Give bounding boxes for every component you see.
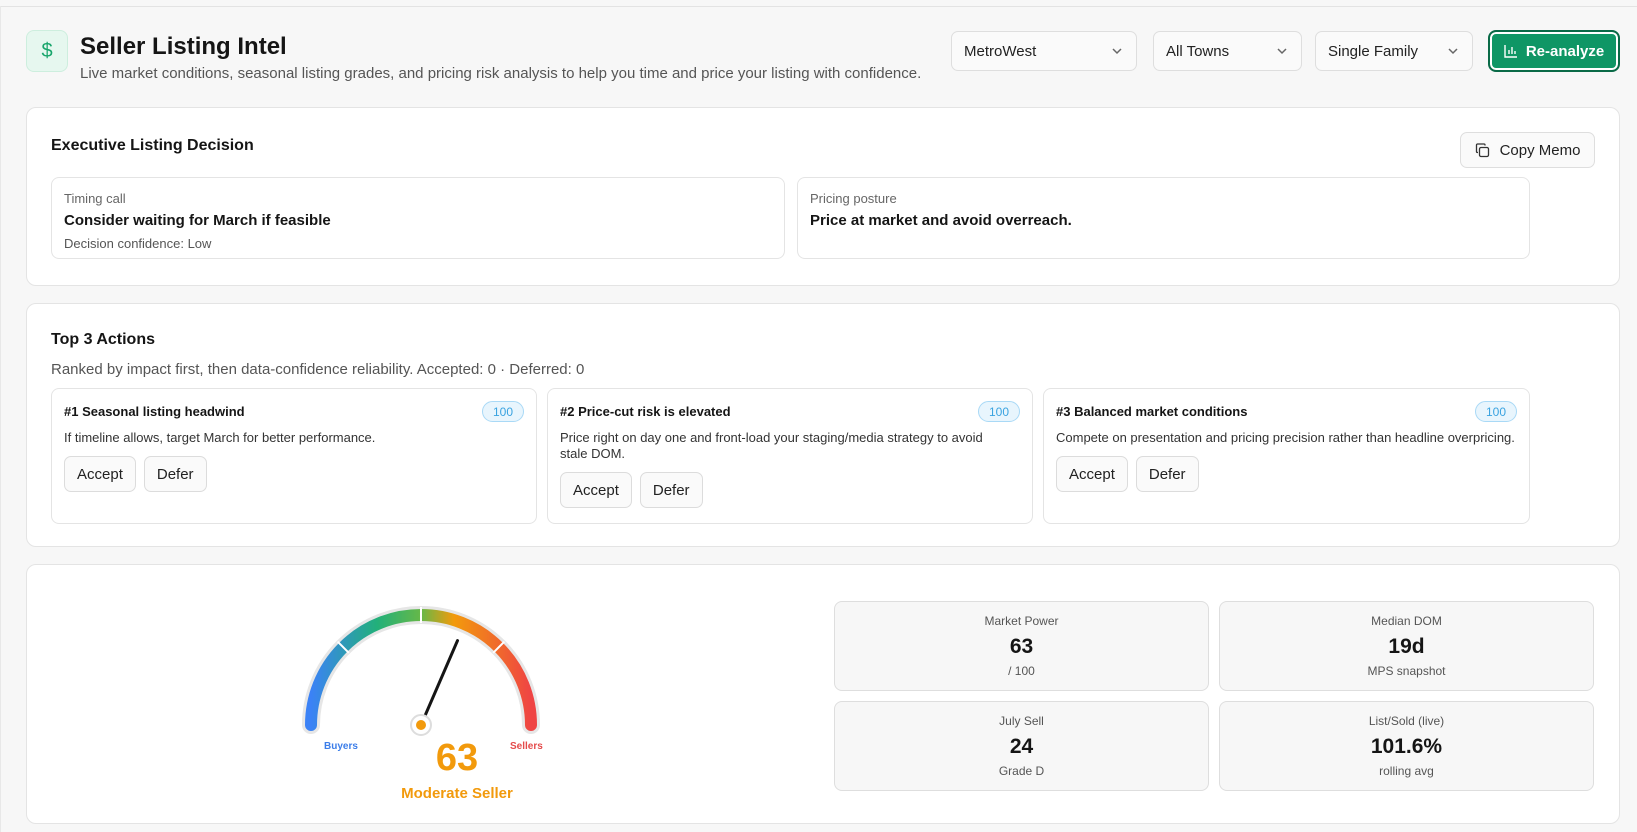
top-divider: [0, 6, 1637, 7]
accept-button[interactable]: Accept: [560, 472, 632, 508]
market-gauge: [302, 606, 540, 736]
stat-sub: / 100: [1008, 664, 1035, 678]
score-badge: 100: [481, 401, 524, 422]
reanalyze-label: Re-analyze: [1525, 42, 1605, 60]
action-title: #3 Balanced market conditions: [1056, 404, 1248, 419]
top-actions-card: Top 3 Actions Ranked by impact first, th…: [26, 303, 1620, 547]
timing-call-label: Timing call: [64, 191, 126, 206]
copy-memo-button[interactable]: Copy Memo: [1460, 132, 1595, 168]
action-title: #1 Seasonal listing headwind: [64, 404, 245, 419]
chevron-down-icon: [1277, 48, 1287, 55]
executive-title: Executive Listing Decision: [51, 137, 254, 154]
action-card: #2 Price-cut risk is elevated 100 Price …: [547, 388, 1033, 524]
actions-description: Ranked by impact first, then data-confid…: [51, 361, 585, 378]
copy-icon: [1475, 142, 1489, 157]
stat-sub: MPS snapshot: [1367, 664, 1446, 678]
score-badge: 100: [977, 401, 1020, 422]
region-select[interactable]: MetroWest: [951, 31, 1137, 71]
bar-chart-icon: [1504, 45, 1517, 58]
pricing-posture-value: Price at market and avoid overreach.: [810, 212, 1072, 229]
actions-title: Top 3 Actions: [51, 331, 155, 348]
stat-value: 101.6%: [1370, 735, 1443, 758]
stat-list-sold: List/Sold (live) 101.6% rolling avg: [1219, 701, 1594, 791]
town-select-value: All Towns: [1166, 42, 1230, 60]
market-power-card: Buyers Sellers 63 Moderate Seller Market…: [26, 564, 1620, 824]
stat-value: 24: [1009, 735, 1034, 758]
chevron-down-icon: [1112, 48, 1122, 55]
action-body: Price right on day one and front-load yo…: [560, 430, 983, 461]
stat-label: July Sell: [999, 714, 1044, 728]
page-subtitle: Live market conditions, seasonal listing…: [80, 65, 922, 82]
gauge-value: 63: [435, 737, 479, 779]
stat-label: Market Power: [984, 614, 1059, 628]
gauge-needle: [419, 639, 459, 727]
stat-value: 63: [1009, 635, 1034, 658]
pricing-posture-box: Pricing posture Price at market and avoi…: [797, 177, 1530, 259]
action-card: #3 Balanced market conditions 100 Compet…: [1043, 388, 1530, 524]
decision-confidence: Decision confidence: Low: [64, 236, 212, 251]
property-type-select-value: Single Family: [1328, 42, 1419, 60]
gauge-track: [302, 606, 540, 734]
timing-call-box: Timing call Consider waiting for March i…: [51, 177, 785, 259]
timing-call-value: Consider waiting for March if feasible: [64, 212, 331, 229]
dollar-icon: $: [26, 30, 68, 72]
gauge-hub-dot: [416, 720, 426, 730]
score-badge: 100: [1474, 401, 1517, 422]
stat-sub: Grade D: [998, 764, 1045, 778]
gauge-buyers-label: Buyers: [324, 741, 358, 752]
defer-button[interactable]: Defer: [143, 456, 207, 492]
left-divider: [0, 6, 1, 832]
action-title: #2 Price-cut risk is elevated: [560, 404, 731, 419]
accept-button[interactable]: Accept: [1056, 456, 1128, 492]
action-body: Compete on presentation and pricing prec…: [1056, 430, 1515, 445]
stat-label: Median DOM: [1371, 614, 1442, 628]
reanalyze-button[interactable]: Re-analyze: [1488, 30, 1620, 72]
page-header: $ Seller Listing Intel Live market condi…: [26, 28, 1620, 84]
page-title: Seller Listing Intel: [80, 33, 287, 60]
action-card: #1 Seasonal listing headwind 100 If time…: [51, 388, 537, 524]
copy-memo-label: Copy Memo: [1499, 141, 1581, 159]
action-body: If timeline allows, target March for bet…: [64, 430, 376, 445]
stat-market-power: Market Power 63 / 100: [834, 601, 1209, 691]
stat-july-sell: July Sell 24 Grade D: [834, 701, 1209, 791]
defer-button[interactable]: Defer: [639, 472, 703, 508]
property-type-select[interactable]: Single Family: [1315, 31, 1473, 71]
stat-value: 19d: [1388, 635, 1425, 658]
chevron-down-icon: [1448, 48, 1458, 55]
stat-label: List/Sold (live): [1368, 714, 1445, 728]
region-select-value: MetroWest: [964, 42, 1037, 60]
accept-button[interactable]: Accept: [64, 456, 136, 492]
stat-median-dom: Median DOM 19d MPS snapshot: [1219, 601, 1594, 691]
defer-button[interactable]: Defer: [1135, 456, 1199, 492]
stat-sub: rolling avg: [1379, 764, 1434, 778]
town-select[interactable]: All Towns: [1153, 31, 1302, 71]
gauge-arc: [305, 609, 537, 731]
gauge-status-label: Moderate Seller: [401, 785, 513, 802]
pricing-posture-label: Pricing posture: [810, 191, 897, 206]
executive-decision-card: Executive Listing Decision Copy Memo Tim…: [26, 107, 1620, 286]
